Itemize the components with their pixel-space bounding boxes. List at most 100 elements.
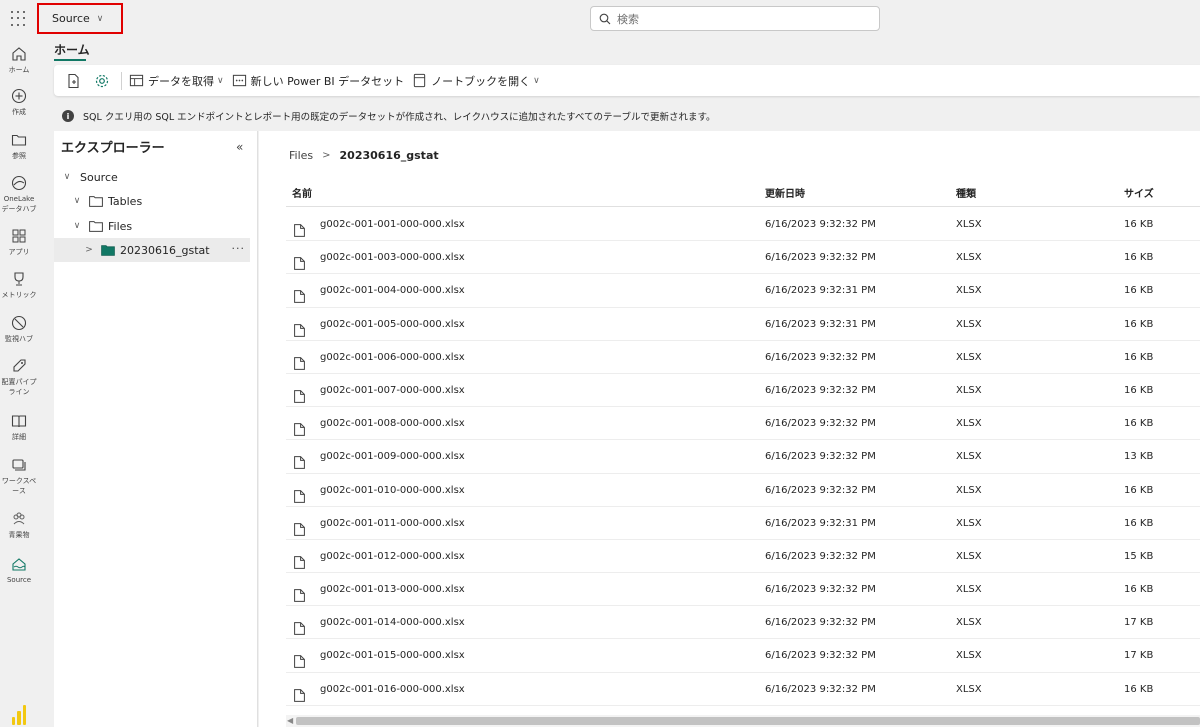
info-icon: i (62, 110, 74, 122)
open-notebook-button[interactable]: ノートブックを開く ∨ (408, 69, 544, 93)
nav-pipelines[interactable]: 配置パイプライン (0, 357, 38, 397)
file-modified: 6/16/2023 9:32:32 PM (765, 219, 876, 230)
table-header: 名前 更新日時 種類 サイズ (286, 183, 1200, 207)
file-size: 17 KB (1124, 650, 1154, 662)
file-size: 15 KB (1124, 550, 1154, 562)
workspace-item-dropdown[interactable]: Source ∨ (37, 3, 123, 34)
file-modified: 6/16/2023 9:32:32 PM (765, 484, 876, 496)
table-row[interactable]: g002c-001-008-000-000.xlsx 6/16/2023 9:32… (286, 407, 1200, 441)
file-modified: 6/16/2023 9:32:32 PM (765, 617, 876, 629)
table-row[interactable]: g002c-001-013-000-000.xlsx 6/16/2023 9:32… (286, 573, 1200, 607)
nav-lakehouse-source[interactable]: Source (0, 555, 38, 585)
column-header-type[interactable]: 種類 (956, 183, 976, 207)
horizontal-scrollbar[interactable]: ◀ (286, 715, 1200, 727)
column-header-size[interactable]: サイズ (1124, 183, 1154, 207)
table-row[interactable]: g002c-001-007-000-000.xlsx 6/16/2023 9:32… (286, 374, 1200, 408)
file-name[interactable]: g002c-001-013-000-000.xlsx (320, 573, 465, 606)
file-size: 16 KB (1124, 219, 1154, 230)
nav-monitor[interactable]: 監視ハブ (0, 314, 38, 344)
table-row[interactable]: g002c-001-001-000-000.xlsx 6/16/2023 9:32… (286, 208, 1200, 242)
table-row[interactable]: g002c-001-006-000-000.xlsx 6/16/2023 9:32… (286, 341, 1200, 374)
nav-browse[interactable]: 参照 (0, 131, 38, 161)
file-name[interactable]: g002c-001-009-000-000.xlsx (320, 440, 465, 473)
file-type: XLSX (956, 584, 982, 596)
file-name[interactable]: g002c-001-015-000-000.xlsx (320, 639, 465, 672)
nav-workspace-current-label: 青果物 (8, 531, 30, 539)
nav-apps[interactable]: アプリ (0, 227, 38, 257)
nav-workspaces[interactable]: ワークスペース (0, 456, 38, 496)
table-row[interactable]: g002c-001-004-000-000.xlsx 6/16/2023 9:32… (286, 274, 1200, 308)
search-icon (599, 13, 611, 24)
table-row[interactable]: g002c-001-009-000-000.xlsx 6/16/2023 9:32… (286, 440, 1200, 474)
tree-item-source[interactable]: ∨ Source (54, 165, 250, 189)
get-data-button[interactable]: データを取得 ∨ (125, 69, 228, 93)
tab-home[interactable]: ホーム (54, 41, 90, 61)
table-row[interactable]: g002c-001-016-000-000.xlsx 6/16/2023 9:32… (286, 673, 1200, 706)
table-row[interactable]: g002c-001-003-000-000.xlsx 6/16/2023 9:32… (286, 241, 1200, 275)
create-icon (10, 87, 28, 105)
home-icon (10, 45, 28, 63)
file-name[interactable]: g002c-001-016-000-000.xlsx (320, 673, 465, 706)
nav-onelake[interactable]: OneLake データハブ (0, 174, 38, 214)
file-name[interactable]: g002c-001-004-000-000.xlsx (320, 274, 465, 307)
nav-home[interactable]: ホーム (0, 45, 38, 75)
pipeline-icon (10, 357, 28, 375)
search-box[interactable]: 検索 (590, 6, 880, 31)
collapse-panel-icon[interactable]: « (236, 140, 243, 154)
file-name[interactable]: g002c-001-007-000-000.xlsx (320, 374, 465, 407)
workspaces-icon (10, 456, 28, 474)
left-nav-rail: ホーム 作成 参照 OneLake データハブ アプリ メトリック 監視ハブ 配… (0, 37, 38, 727)
column-header-modified[interactable]: 更新日時 (765, 183, 805, 207)
settings-button[interactable] (90, 69, 118, 93)
file-size: 16 KB (1124, 517, 1154, 529)
table-row[interactable]: g002c-001-011-000-000.xlsx 6/16/2023 9:32… (286, 507, 1200, 540)
file-name[interactable]: g002c-001-010-000-000.xlsx (320, 474, 465, 507)
file-name[interactable]: g002c-001-008-000-000.xlsx (320, 407, 465, 440)
new-dataset-label: 新しい Power BI データセット (250, 74, 405, 88)
nav-lakehouse-source-label: Source (6, 576, 32, 584)
file-name[interactable]: g002c-001-006-000-000.xlsx (320, 341, 465, 374)
table-row[interactable]: g002c-001-012-000-000.xlsx 6/16/2023 9:32… (286, 540, 1200, 574)
file-name[interactable]: g002c-001-001-000-000.xlsx (320, 208, 465, 241)
file-size: 16 KB (1124, 584, 1154, 596)
chevron-down-icon: ∨ (533, 75, 540, 86)
more-options-icon[interactable]: ··· (232, 242, 246, 255)
scrollbar-thumb[interactable] (296, 717, 1200, 725)
monitor-icon (10, 314, 28, 332)
folder-icon (89, 220, 103, 232)
tree-item-files[interactable]: ∨ Files (54, 214, 250, 238)
file-name[interactable]: g002c-001-005-000-000.xlsx (320, 308, 465, 341)
dataset-icon (232, 74, 246, 87)
nav-create[interactable]: 作成 (0, 87, 38, 117)
table-row[interactable]: g002c-001-015-000-000.xlsx 6/16/2023 9:32… (286, 639, 1200, 673)
file-type: XLSX (956, 351, 982, 363)
scroll-left-icon[interactable]: ◀ (287, 716, 293, 725)
file-size: 16 KB (1124, 351, 1154, 363)
file-name[interactable]: g002c-001-011-000-000.xlsx (320, 507, 465, 540)
nav-apps-label: アプリ (8, 248, 30, 256)
file-size: 16 KB (1124, 318, 1154, 330)
nav-learn[interactable]: 詳細 (0, 412, 38, 442)
tree-item-label: 20230616_gstat (120, 243, 210, 257)
file-name[interactable]: g002c-001-012-000-000.xlsx (320, 540, 465, 573)
workspace-avatar-icon (10, 510, 28, 528)
file-type: XLSX (956, 683, 982, 695)
column-header-name[interactable]: 名前 (292, 183, 312, 207)
table-row[interactable]: g002c-001-005-000-000.xlsx 6/16/2023 9:32… (286, 308, 1200, 341)
file-name[interactable]: g002c-001-014-000-000.xlsx (320, 606, 465, 639)
tree-item-20230616-gstat[interactable]: > 20230616_gstat ··· (54, 238, 250, 262)
file-modified: 6/16/2023 9:32:32 PM (765, 584, 876, 596)
folder-icon (89, 195, 103, 207)
open-notebook-label: ノートブックを開く (431, 74, 531, 88)
notebook-icon (413, 73, 426, 88)
new-item-button[interactable] (62, 69, 90, 93)
app-launcher-icon[interactable] (11, 11, 27, 27)
nav-metrics[interactable]: メトリック (0, 270, 38, 300)
tree-item-tables[interactable]: ∨ Tables (54, 189, 250, 213)
breadcrumb-files-link[interactable]: Files (289, 149, 313, 162)
new-dataset-button[interactable]: 新しい Power BI データセット (228, 69, 409, 93)
file-name[interactable]: g002c-001-003-000-000.xlsx (320, 241, 465, 274)
nav-workspace-current[interactable]: 青果物 (0, 510, 38, 540)
table-row[interactable]: g002c-001-010-000-000.xlsx 6/16/2023 9:32… (286, 474, 1200, 507)
table-row[interactable]: g002c-001-014-000-000.xlsx 6/16/2023 9:32… (286, 606, 1200, 640)
